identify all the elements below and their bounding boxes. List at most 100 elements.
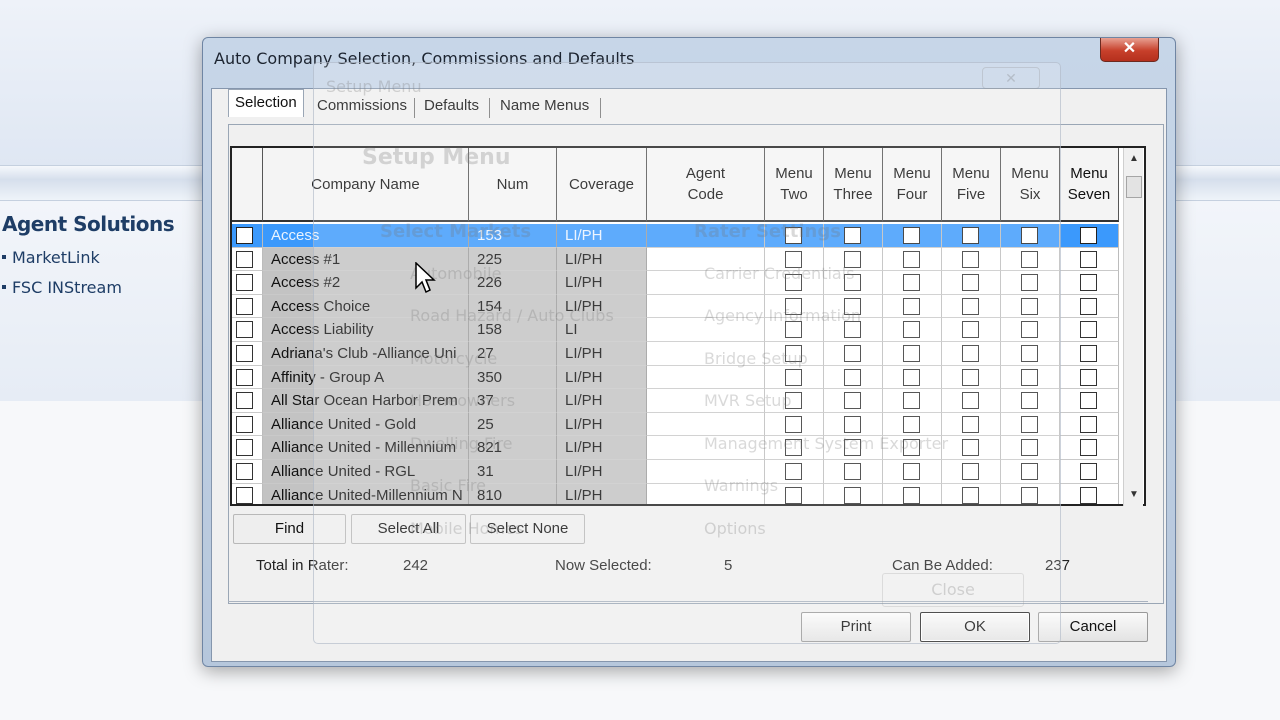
menu-checkbox[interactable] — [903, 321, 920, 339]
menu-checkbox[interactable] — [1080, 274, 1097, 292]
menu-checkbox[interactable] — [785, 392, 802, 410]
menu-checkbox[interactable] — [785, 297, 802, 315]
menu-checkbox[interactable] — [903, 227, 920, 244]
menu-checkbox[interactable] — [844, 415, 861, 433]
menu-checkbox[interactable] — [962, 321, 979, 339]
menu-checkbox[interactable] — [903, 345, 920, 362]
num-cell[interactable]: 225 — [469, 247, 557, 272]
menu-checkbox[interactable] — [962, 297, 979, 315]
menu-checkbox[interactable] — [903, 250, 920, 268]
menu-checkbox[interactable] — [903, 392, 920, 410]
menu-checkbox[interactable] — [962, 250, 979, 268]
row-select-checkbox[interactable] — [236, 415, 253, 433]
header-menu-three[interactable]: Menu Three — [824, 148, 883, 222]
scroll-thumb[interactable] — [1126, 176, 1142, 198]
menu-checkbox[interactable] — [844, 345, 861, 362]
table-row[interactable]: Alliance United - Millennium 821 LI/PH — [232, 436, 1119, 460]
header-menu-seven[interactable]: Menu Seven — [1060, 148, 1119, 222]
menu-checkbox[interactable] — [1080, 297, 1097, 315]
company-name-cell[interactable]: All Star Ocean Harbor Prem — [263, 389, 469, 413]
company-name-cell[interactable]: Alliance United - Millennium — [263, 436, 469, 460]
coverage-cell[interactable]: LI/PH — [557, 342, 647, 366]
menu-checkbox[interactable] — [844, 392, 861, 410]
menu-checkbox[interactable] — [903, 439, 920, 457]
menu-checkbox[interactable] — [844, 297, 861, 315]
num-cell[interactable]: 821 — [469, 436, 557, 460]
menu-checkbox[interactable] — [844, 486, 861, 504]
table-row[interactable]: Affinity - Group A 350 LI/PH — [232, 365, 1119, 390]
num-cell[interactable]: 810 — [469, 483, 557, 504]
menu-checkbox[interactable] — [962, 415, 979, 433]
header-menu-four[interactable]: Menu Four — [883, 148, 942, 222]
coverage-cell[interactable]: LI/PH — [557, 483, 647, 504]
table-row[interactable]: Access Choice 154 LI/PH — [232, 294, 1119, 319]
coverage-cell[interactable]: LI/PH — [557, 271, 647, 295]
menu-checkbox[interactable] — [785, 274, 802, 292]
menu-checkbox[interactable] — [785, 250, 802, 268]
menu-checkbox[interactable] — [903, 274, 920, 292]
row-select-checkbox[interactable] — [236, 227, 253, 244]
menu-checkbox[interactable] — [1080, 415, 1097, 433]
header-menu-six[interactable]: Menu Six — [1001, 148, 1060, 222]
close-button[interactable]: ✕ — [1100, 38, 1159, 62]
row-select-checkbox[interactable] — [236, 486, 253, 504]
row-select-checkbox[interactable] — [236, 250, 253, 268]
menu-checkbox[interactable] — [1021, 415, 1038, 433]
table-row[interactable]: Alliance United - RGL 31 LI/PH — [232, 460, 1119, 484]
menu-checkbox[interactable] — [785, 345, 802, 362]
menu-checkbox[interactable] — [1021, 227, 1038, 244]
header-company-name[interactable]: Company Name — [263, 148, 469, 222]
menu-checkbox[interactable] — [785, 415, 802, 433]
menu-checkbox[interactable] — [1080, 463, 1097, 480]
menu-checkbox[interactable] — [962, 368, 979, 386]
num-cell[interactable]: 226 — [469, 271, 557, 295]
agent-code-cell[interactable] — [647, 247, 765, 272]
company-name-cell[interactable]: Adriana's Club -Alliance Uni — [263, 342, 469, 366]
scroll-down-icon[interactable]: ▼ — [1124, 486, 1144, 504]
agent-code-cell[interactable] — [647, 318, 765, 342]
agent-code-cell[interactable] — [647, 342, 765, 366]
company-name-cell[interactable]: Access — [263, 224, 469, 248]
cancel-button[interactable]: Cancel — [1038, 612, 1148, 642]
menu-checkbox[interactable] — [962, 274, 979, 292]
print-button[interactable]: Print — [801, 612, 911, 642]
menu-checkbox[interactable] — [1021, 321, 1038, 339]
menu-checkbox[interactable] — [1021, 297, 1038, 315]
find-button[interactable]: Find — [233, 514, 346, 544]
menu-checkbox[interactable] — [844, 368, 861, 386]
menu-checkbox[interactable] — [1080, 392, 1097, 410]
menu-checkbox[interactable] — [1021, 392, 1038, 410]
scroll-up-icon[interactable]: ▲ — [1124, 150, 1144, 168]
menu-checkbox[interactable] — [1021, 439, 1038, 457]
coverage-cell[interactable]: LI/PH — [557, 460, 647, 484]
agent-code-cell[interactable] — [647, 460, 765, 484]
tab-defaults[interactable]: Defaults — [418, 93, 485, 121]
coverage-cell[interactable]: LI/PH — [557, 389, 647, 413]
select-all-button[interactable]: Select All — [351, 514, 466, 544]
agent-code-cell[interactable] — [647, 294, 765, 319]
company-name-cell[interactable]: Access #1 — [263, 247, 469, 272]
num-cell[interactable]: 154 — [469, 294, 557, 319]
menu-checkbox[interactable] — [844, 227, 861, 244]
table-row[interactable]: Alliance United - Gold 25 LI/PH — [232, 412, 1119, 437]
menu-checkbox[interactable] — [903, 368, 920, 386]
table-row[interactable]: Access Liability 158 LI — [232, 318, 1119, 342]
menu-checkbox[interactable] — [844, 274, 861, 292]
menu-checkbox[interactable] — [962, 392, 979, 410]
row-select-checkbox[interactable] — [236, 368, 253, 386]
agent-code-cell[interactable] — [647, 412, 765, 437]
grid-vertical-scrollbar[interactable]: ▲ ▼ — [1123, 148, 1143, 506]
menu-checkbox[interactable] — [844, 463, 861, 480]
menu-checkbox[interactable] — [785, 227, 802, 244]
menu-checkbox[interactable] — [1080, 227, 1097, 244]
coverage-cell[interactable]: LI/PH — [557, 412, 647, 437]
menu-checkbox[interactable] — [1080, 345, 1097, 362]
menu-checkbox[interactable] — [844, 321, 861, 339]
header-agent-code[interactable]: Agent Code — [647, 148, 765, 222]
company-name-cell[interactable]: Affinity - Group A — [263, 365, 469, 390]
ok-button[interactable]: OK — [920, 612, 1030, 642]
agent-code-cell[interactable] — [647, 365, 765, 390]
menu-checkbox[interactable] — [1021, 345, 1038, 362]
num-cell[interactable]: 31 — [469, 460, 557, 484]
num-cell[interactable]: 158 — [469, 318, 557, 342]
